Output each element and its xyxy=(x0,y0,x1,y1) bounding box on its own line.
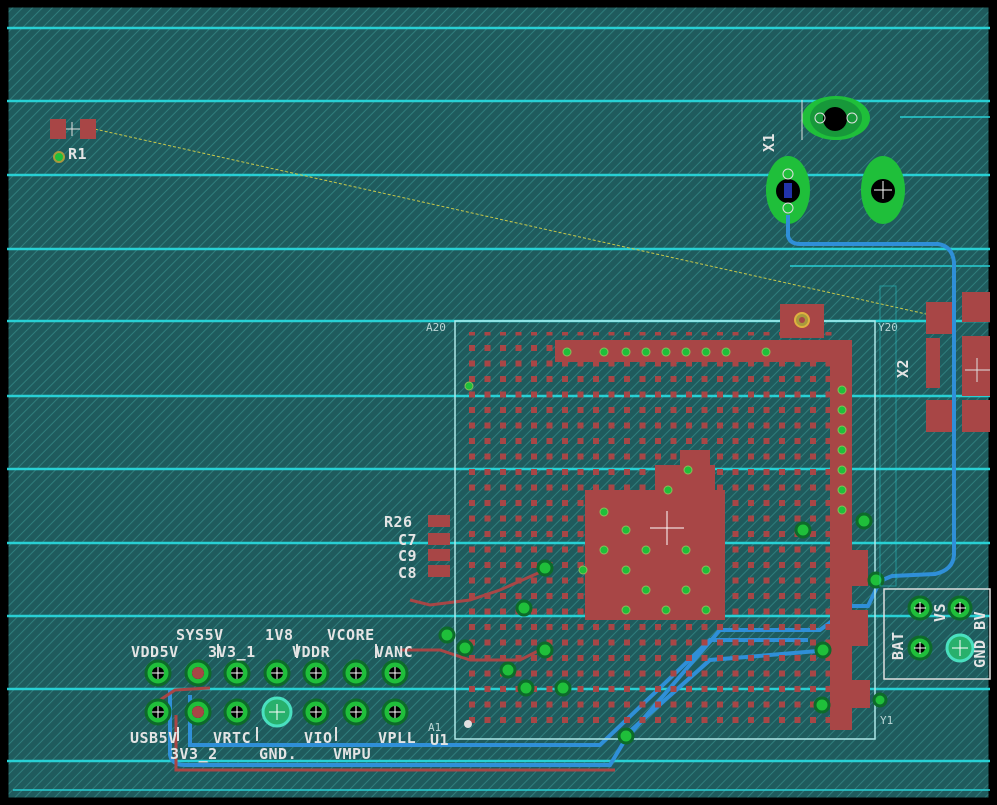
label-vdd5v: VDD5V xyxy=(131,643,179,661)
bat-label: BAT xyxy=(889,631,907,660)
u1-label: U1 xyxy=(430,731,449,749)
label-vrtc: VRTC xyxy=(213,729,251,747)
label-3v3-2: 3V3_2 xyxy=(170,745,218,763)
x2-label: X2 xyxy=(894,359,912,378)
x1-label: X1 xyxy=(760,133,778,152)
label-vmpu: VMPU xyxy=(333,745,371,763)
label-vio: VIO xyxy=(304,729,333,747)
pcb-layout-canvas[interactable]: R1 X1 A20 Y20 X2 R26 C7 C9 C8 SYS5V 1V8 … xyxy=(0,0,997,805)
label-vcore: VCORE xyxy=(327,626,375,644)
pin1-marker xyxy=(464,720,472,728)
y20-label: Y20 xyxy=(878,321,898,334)
r26-label: R26 xyxy=(384,513,413,531)
label-vddr: VDDR xyxy=(292,643,331,661)
label-gnd: GND. xyxy=(259,745,297,763)
label-sys5v: SYS5V xyxy=(176,626,224,644)
c9-label: C9 xyxy=(398,547,417,565)
label-vanc: VANC xyxy=(375,643,413,661)
label-1v8: 1V8 xyxy=(265,626,294,644)
r1-label: R1 xyxy=(68,145,87,163)
c8-label: C8 xyxy=(398,564,417,582)
y1-label: Y1 xyxy=(880,714,893,727)
vs-label: VS xyxy=(931,603,949,622)
a20-label: A20 xyxy=(426,321,446,334)
label-vpll: VPLL xyxy=(378,729,416,747)
gnd-bv-label: GND BV xyxy=(971,611,989,668)
label-3v3-1: 3V3_1 xyxy=(208,643,256,661)
